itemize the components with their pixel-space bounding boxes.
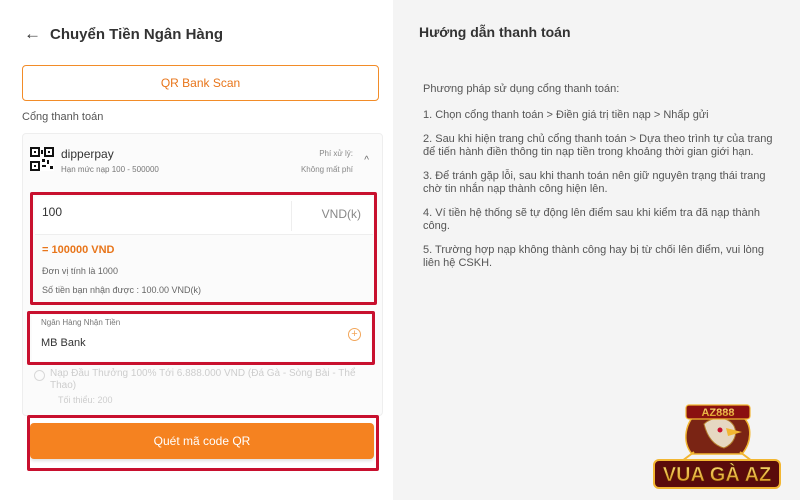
promo-option[interactable]: Nạp Đầu Thưởng 100% Tới 6.888.000 VND (Đ… bbox=[34, 366, 374, 414]
qr-code-icon bbox=[30, 147, 54, 171]
vua-ga-az-logo: AZ888 VUA GÀ AZ bbox=[653, 404, 781, 489]
promo-min: Tối thiểu: 200 bbox=[58, 395, 113, 405]
gateway-limit: Hạn mức nạp 100 - 500000 bbox=[61, 165, 159, 174]
guide-body: Phương pháp sử dụng cổng thanh toán: 1. … bbox=[423, 83, 775, 281]
guide-intro: Phương pháp sử dụng cổng thanh toán: bbox=[423, 83, 620, 95]
brand-main-text: VUA GÀ AZ bbox=[663, 463, 772, 486]
page-title: Chuyển Tiền Ngân Hàng bbox=[50, 25, 224, 43]
qr-bank-scan-button[interactable]: QR Bank Scan bbox=[22, 65, 379, 101]
gateway-item-dipperpay[interactable]: dipperpay Hạn mức nạp 100 - 500000 Phí x… bbox=[30, 145, 373, 181]
gateway-name: dipperpay bbox=[61, 147, 114, 161]
amount-highlight-frame bbox=[30, 192, 377, 305]
guide-title: Hướng dẫn thanh toán bbox=[419, 24, 571, 40]
fee-value: Không mất phí bbox=[300, 165, 353, 174]
brand-top-text: AZ888 bbox=[701, 407, 734, 419]
guide-step: 2. Sau khi hiện trang chủ cổng thanh toá… bbox=[423, 133, 773, 158]
submit-highlight-frame bbox=[27, 415, 379, 471]
promo-text: Nạp Đầu Thưởng 100% Tới 6.888.000 VND (Đ… bbox=[50, 368, 356, 391]
page-header: ← Chuyển Tiền Ngân Hàng bbox=[24, 24, 223, 44]
guide-step: 4. Ví tiền hệ thống sẽ tự động lên điểm … bbox=[423, 207, 760, 232]
guide-step: 5. Trường hợp nạp không thành công hay b… bbox=[423, 244, 765, 269]
bank-highlight-frame bbox=[27, 311, 375, 365]
radio-icon[interactable] bbox=[34, 370, 45, 381]
arrow-left-icon[interactable]: ← bbox=[24, 24, 42, 44]
chevron-up-icon[interactable]: ^ bbox=[364, 155, 369, 166]
guide-step: 3. Để tránh gặp lỗi, sau khi thanh toán … bbox=[423, 170, 766, 195]
fee-label: Phí xử lý: bbox=[319, 149, 353, 158]
guide-step: 1. Chọn cổng thanh toán > Điền giá trị t… bbox=[423, 109, 709, 121]
gateway-section-label: Cổng thanh toán bbox=[22, 111, 104, 123]
